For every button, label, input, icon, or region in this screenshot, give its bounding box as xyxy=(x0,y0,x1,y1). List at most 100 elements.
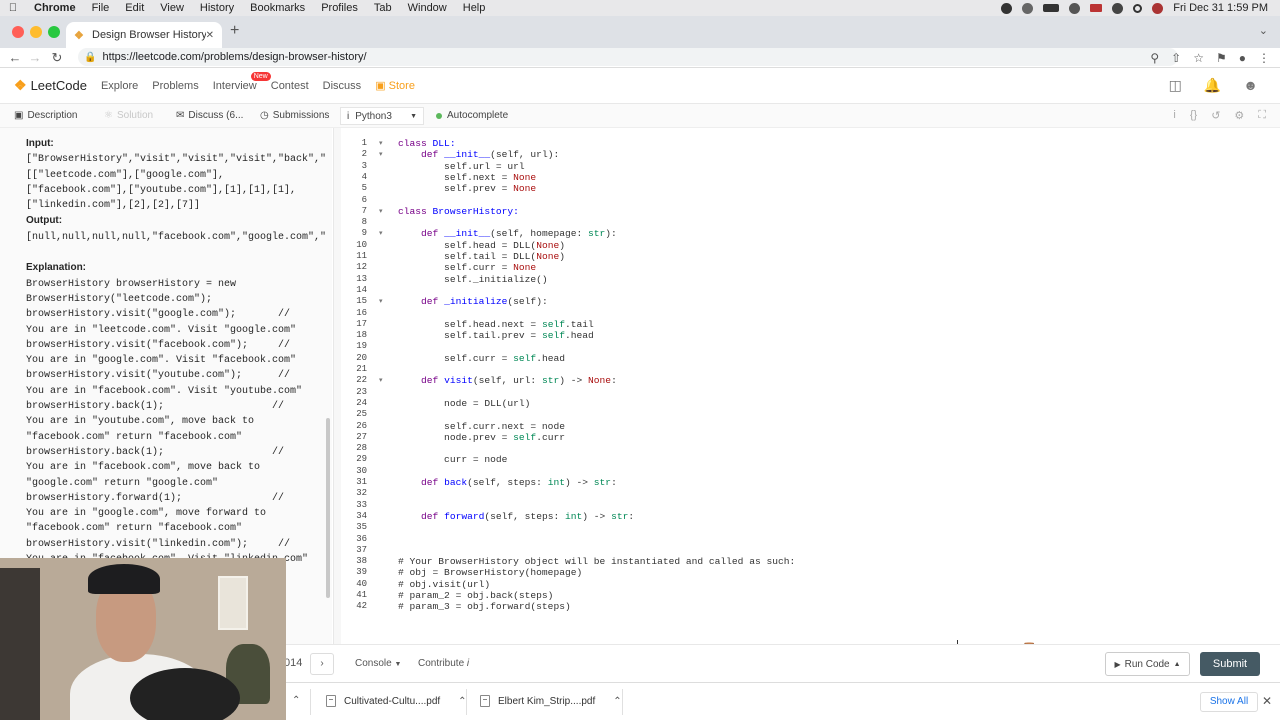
tab-close-icon[interactable]: ✕ xyxy=(206,30,214,41)
console-button[interactable]: Console ▼ xyxy=(355,658,401,669)
language-select[interactable]: i Python3 ▼ xyxy=(340,107,424,125)
bookmark-star-icon[interactable]: ☆ xyxy=(1193,51,1204,65)
line-number: 31 xyxy=(356,477,367,487)
back-icon[interactable]: ← xyxy=(4,50,26,65)
run-code-button[interactable]: ▶ Run Code ▲ xyxy=(1105,652,1190,676)
webcam-window xyxy=(218,576,248,630)
show-all-button[interactable]: Show All xyxy=(1200,692,1258,712)
lock-icon[interactable]: 🔒 xyxy=(84,52,96,63)
share-icon[interactable]: ⇧ xyxy=(1171,51,1181,65)
nav-interview[interactable]: Interview New xyxy=(213,71,271,92)
fold-arrow-icon[interactable]: ▾ xyxy=(379,376,383,384)
zoom-icon[interactable]: ⚲ xyxy=(1150,51,1159,65)
fold-arrow-icon[interactable]: ▾ xyxy=(379,229,383,237)
line-number: 20 xyxy=(356,352,367,363)
menubar-datetime[interactable]: Fri Dec 31 1:59 PM xyxy=(1173,2,1268,14)
code-line: # param_2 = obj.back(steps) xyxy=(398,590,553,601)
menu-bookmarks[interactable]: Bookmarks xyxy=(242,2,313,14)
description-line: You are in "facebook.com". Visit "youtub… xyxy=(26,385,303,397)
notification-bell-icon[interactable]: 🔔 xyxy=(1204,77,1221,94)
new-tab-icon[interactable]: + xyxy=(230,22,239,40)
fullscreen-icon[interactable]: ⛶ xyxy=(1258,109,1266,122)
menu-view[interactable]: View xyxy=(152,2,192,14)
nav-explore[interactable]: Explore xyxy=(101,80,138,92)
tab-submissions[interactable]: ◷ Submissions xyxy=(260,110,329,121)
apple-icon[interactable]:  xyxy=(0,2,26,14)
code-token: (self): xyxy=(507,296,548,308)
store-icon: ▣ xyxy=(375,80,389,92)
menu-profiles[interactable]: Profiles xyxy=(313,2,366,14)
nav-discuss[interactable]: Discuss xyxy=(323,80,362,92)
menu-file[interactable]: File xyxy=(84,2,118,14)
chrome-menu-icon[interactable]: ⋮ xyxy=(1258,51,1270,65)
description-scrollbar[interactable] xyxy=(326,418,330,598)
code-editor[interactable]: 1 ▾ class DLL: 2 ▾ def __init__(self, url): 3… xyxy=(341,128,1280,657)
tab-description[interactable]: ▣ Description xyxy=(14,110,77,121)
panel-divider[interactable] xyxy=(333,128,341,644)
profile-avatar-icon[interactable]: ● xyxy=(1239,51,1246,65)
close-window-icon[interactable] xyxy=(12,26,24,38)
browser-tab[interactable]: ❖ Design Browser History - Leet ✕ xyxy=(66,22,222,48)
line-number: 40 xyxy=(356,578,367,589)
fold-arrow-icon[interactable]: ▾ xyxy=(379,150,383,158)
tab-solution: ⚛ Solution xyxy=(104,110,153,121)
record-icon[interactable] xyxy=(1001,2,1013,14)
nav-contest[interactable]: Contest xyxy=(271,80,309,92)
code-token: ) -> xyxy=(582,510,612,522)
extensions-icon[interactable]: ⚑ xyxy=(1216,51,1227,65)
code-token: def xyxy=(421,296,445,308)
reset-icon[interactable]: ↺ xyxy=(1211,109,1220,122)
battery-icon[interactable] xyxy=(1043,4,1060,12)
settings-icon[interactable]: ⚙ xyxy=(1234,109,1244,122)
nav-store[interactable]: ▣ Store xyxy=(375,79,415,92)
tab-search-chevron-icon[interactable]: ⌄ xyxy=(1259,24,1268,37)
submit-button[interactable]: Submit xyxy=(1200,652,1260,676)
menu-window[interactable]: Window xyxy=(400,2,455,14)
menu-history[interactable]: History xyxy=(192,2,242,14)
moon-icon[interactable] xyxy=(1112,2,1124,14)
close-downloads-icon[interactable]: ✕ xyxy=(1262,694,1272,708)
webcam-person-cap xyxy=(88,564,160,594)
section-label: Output: xyxy=(26,215,63,227)
fold-arrow-icon[interactable]: ▾ xyxy=(379,139,383,147)
download-item[interactable]: Elbert Kim_Strip....pdf ⌃ xyxy=(480,695,622,707)
user-icon[interactable] xyxy=(1152,2,1164,14)
braces-icon[interactable]: {} xyxy=(1190,109,1197,122)
description-line: "facebook.com" return "facebook.com" xyxy=(26,523,243,535)
leetcode-logo[interactable]: ❖ LeetCode xyxy=(14,77,87,94)
tab-discuss[interactable]: ✉ Discuss (6... xyxy=(176,110,243,121)
download-item[interactable]: Cultivated-Cultu....pdf ⌃ xyxy=(326,695,467,707)
autocomplete-toggle[interactable]: Autocomplete xyxy=(436,110,508,121)
contribute-button[interactable]: Contribute i xyxy=(418,658,469,669)
fold-arrow-icon[interactable]: ▾ xyxy=(379,297,383,305)
code-token: .head xyxy=(536,352,565,364)
minimize-window-icon[interactable] xyxy=(30,26,42,38)
fold-arrow-icon[interactable]: ▾ xyxy=(379,207,383,215)
menu-help[interactable]: Help xyxy=(455,2,494,14)
playground-icon[interactable]: ◫ xyxy=(1169,77,1182,94)
user-avatar-icon[interactable]: ☻ xyxy=(1243,77,1258,94)
search-icon[interactable] xyxy=(1133,3,1143,13)
wifi-icon[interactable] xyxy=(1069,2,1081,14)
description-line: browserHistory.forward(1); // xyxy=(26,492,285,504)
menu-edit[interactable]: Edit xyxy=(117,2,152,14)
address-bar[interactable]: 🔒 https://leetcode.com/problems/design-b… xyxy=(78,48,1178,66)
next-problem-button[interactable]: › xyxy=(310,653,334,675)
forward-icon[interactable]: → xyxy=(24,50,46,65)
nav-problems[interactable]: Problems xyxy=(152,80,198,92)
menu-app-name[interactable]: Chrome xyxy=(26,2,84,14)
reload-icon[interactable]: ↻ xyxy=(46,50,68,66)
creative-cloud-icon[interactable] xyxy=(1022,2,1034,14)
menu-tab[interactable]: Tab xyxy=(366,2,400,14)
flag-icon[interactable] xyxy=(1090,4,1103,12)
nav-store-label: Store xyxy=(388,80,415,92)
code-token: # param_2 = obj.back(steps) xyxy=(398,590,554,601)
download-chevron-icon[interactable]: ⌃ xyxy=(613,696,621,707)
line-number: 16 xyxy=(356,307,367,318)
maximize-window-icon[interactable] xyxy=(48,26,60,38)
download-filename: Cultivated-Cultu....pdf xyxy=(344,695,441,707)
info-icon[interactable]: i xyxy=(1173,109,1175,122)
code-token: # obj.visit(url) xyxy=(398,578,491,590)
downloads-collapse-icon[interactable]: ⌃ xyxy=(292,695,300,706)
